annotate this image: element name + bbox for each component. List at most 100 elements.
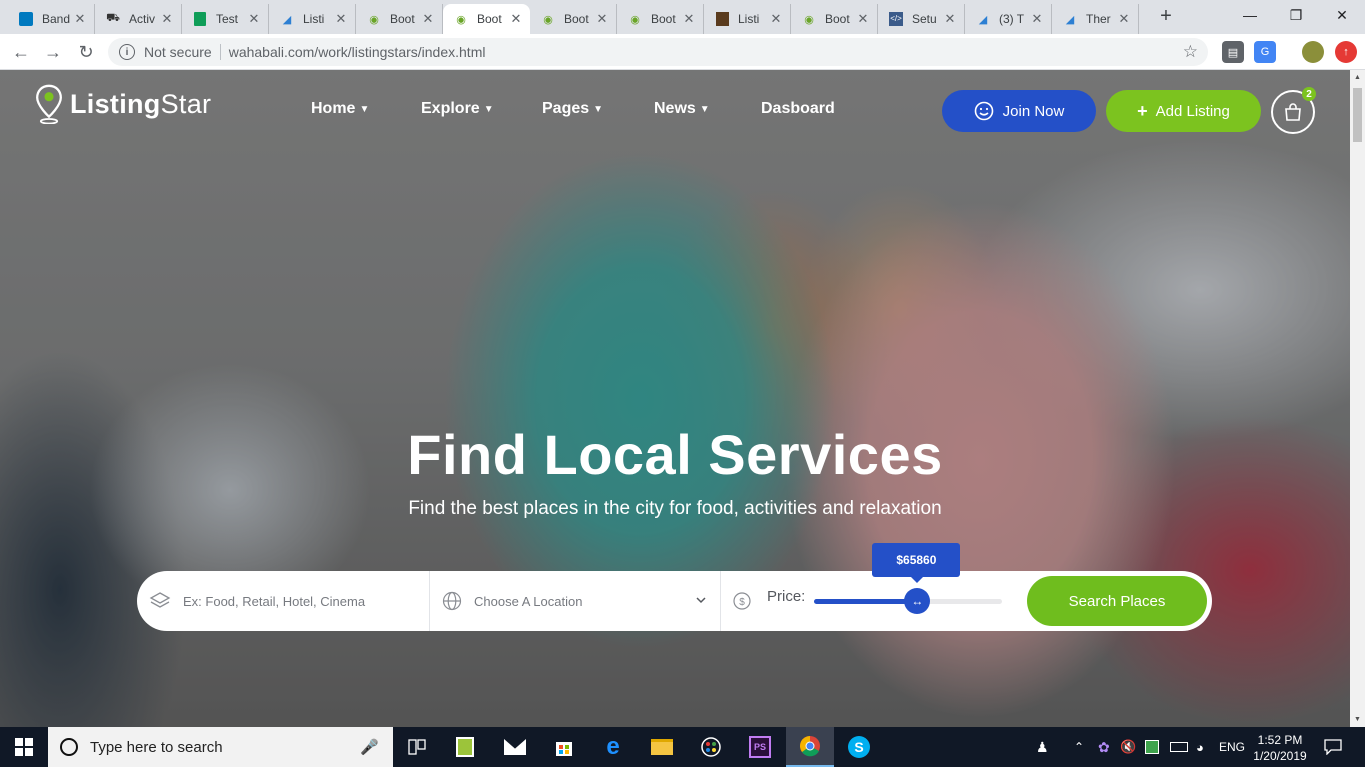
tab-close-icon[interactable]: ✕ xyxy=(72,11,88,27)
nav-label: Explore xyxy=(421,100,480,117)
price-label: Price: xyxy=(767,588,806,605)
nav-item-pages[interactable]: Pages ▼ xyxy=(542,100,603,118)
wifi-icon[interactable]: ◕ xyxy=(1196,727,1204,767)
tab-close-icon[interactable]: ✕ xyxy=(855,11,871,27)
browser-tab[interactable]: ◉ Boot ✕ xyxy=(443,4,530,34)
tab-close-icon[interactable]: ✕ xyxy=(594,11,610,27)
notepad-icon[interactable] xyxy=(441,727,489,767)
tab-close-icon[interactable]: ✕ xyxy=(1116,11,1132,27)
globe-icon xyxy=(442,591,462,611)
info-icon[interactable]: i xyxy=(119,44,135,60)
bookmark-star-icon[interactable]: ☆ xyxy=(1183,42,1198,62)
browser-tab[interactable]: ◉ Boot ✕ xyxy=(356,4,443,34)
reload-icon[interactable]: ↻ xyxy=(74,40,98,64)
add-listing-label: Add Listing xyxy=(1155,102,1230,120)
tab-close-icon[interactable]: ✕ xyxy=(333,11,349,27)
feather-tray-icon[interactable]: ✿ xyxy=(1098,727,1110,767)
microphone-icon[interactable]: 🎤 xyxy=(360,738,379,756)
url-text[interactable]: wahabali.com/work/listingstars/index.htm… xyxy=(229,44,486,60)
system-clock[interactable]: 1:52 PM 1/20/2019 xyxy=(1250,732,1310,764)
back-icon[interactable]: ← xyxy=(9,40,33,64)
browser-tab[interactable]: ◢ (3) T ✕ xyxy=(965,4,1052,34)
close-window-button[interactable]: ✕ xyxy=(1319,0,1365,30)
tab-close-icon[interactable]: ✕ xyxy=(1029,11,1045,27)
nav-item-news[interactable]: News ▼ xyxy=(654,100,710,118)
volume-muted-icon[interactable]: 🔇 xyxy=(1120,727,1136,767)
nav-label: Home xyxy=(311,100,356,117)
nav-item-explore[interactable]: Explore ▼ xyxy=(421,100,494,118)
chrome-icon[interactable] xyxy=(786,727,834,767)
battery-icon[interactable] xyxy=(1170,727,1188,767)
trello-icon xyxy=(18,11,34,27)
page-scrollbar[interactable]: ▲ ▼ xyxy=(1350,70,1365,727)
tab-close-icon[interactable]: ✕ xyxy=(508,11,524,27)
scroll-up-arrow[interactable]: ▲ xyxy=(1350,70,1365,85)
tab-close-icon[interactable]: ✕ xyxy=(942,11,958,27)
browser-tab[interactable]: Band ✕ xyxy=(8,4,95,34)
browser-tab[interactable]: ◉ Boot ✕ xyxy=(791,4,878,34)
nav-item-home[interactable]: Home ▼ xyxy=(311,100,369,118)
tab-close-icon[interactable]: ✕ xyxy=(681,11,697,27)
browser-tab[interactable]: ◉ Boot ✕ xyxy=(617,4,704,34)
join-now-label: Join Now xyxy=(1002,102,1065,120)
store-icon[interactable] xyxy=(540,727,588,767)
price-slider-handle[interactable]: ↔ xyxy=(904,588,931,614)
mail-icon[interactable] xyxy=(491,727,539,767)
pin-icon: ◉ xyxy=(630,13,640,26)
tab-close-icon[interactable]: ✕ xyxy=(246,11,262,27)
tab-close-icon[interactable]: ✕ xyxy=(420,11,436,27)
paint-icon[interactable] xyxy=(687,727,735,767)
photoshop-icon[interactable]: PS xyxy=(736,727,784,767)
nav-label: News xyxy=(654,100,696,117)
task-view-icon[interactable] xyxy=(393,727,441,767)
page-viewport: ListingStar Home ▼ Explore ▼ Pages ▼ News ▼ … xyxy=(0,70,1350,727)
browser-tab[interactable]: ◢ Ther ✕ xyxy=(1052,4,1139,34)
tab-close-icon[interactable]: ✕ xyxy=(159,11,175,27)
tab-close-icon[interactable]: ✕ xyxy=(768,11,784,27)
file-explorer-icon[interactable] xyxy=(638,727,686,767)
action-center-icon[interactable] xyxy=(1324,727,1342,767)
caret-down-icon: ▼ xyxy=(359,104,370,115)
scroll-down-arrow[interactable]: ▼ xyxy=(1350,712,1365,727)
layers-icon xyxy=(149,590,171,612)
add-listing-button[interactable]: + Add Listing xyxy=(1106,90,1261,132)
forward-icon[interactable]: → xyxy=(41,40,65,64)
green-tray-icon[interactable] xyxy=(1145,727,1159,767)
extension-notes-icon[interactable]: ▤ xyxy=(1222,41,1244,63)
people-icon[interactable]: ♟ xyxy=(1036,727,1049,767)
photo-icon xyxy=(714,11,730,27)
price-field: $ xyxy=(721,571,761,631)
browser-tab[interactable]: ◢ Listi ✕ xyxy=(269,4,356,34)
tab-title: Boot xyxy=(564,12,589,26)
skype-icon[interactable]: S xyxy=(835,727,883,767)
language-indicator[interactable]: ENG xyxy=(1219,727,1245,767)
update-menu-icon[interactable]: ↑ xyxy=(1335,41,1357,63)
car-icon: ⛟ xyxy=(106,12,120,24)
location-select[interactable]: Choose A Location xyxy=(430,571,721,631)
show-hidden-icons-chevron[interactable]: ⌃ xyxy=(1074,727,1084,767)
listing-icon: ◢ xyxy=(978,13,988,26)
google-translate-icon[interactable]: G xyxy=(1254,41,1276,63)
new-tab-button[interactable]: + xyxy=(1156,6,1176,27)
profile-avatar[interactable] xyxy=(1302,41,1324,63)
tab-title: Test xyxy=(216,12,239,26)
maximize-button[interactable]: ❐ xyxy=(1273,0,1319,30)
tab-title: Boot xyxy=(825,12,850,26)
keyword-field[interactable]: Ex: Food, Retail, Hotel, Cinema xyxy=(137,571,430,631)
address-bar[interactable]: i Not secure wahabali.com/work/listingst… xyxy=(108,38,1208,66)
scrollbar-thumb[interactable] xyxy=(1353,88,1362,142)
nav-item-dasboard[interactable]: Dasboard xyxy=(761,100,835,118)
taskbar-search-box[interactable]: Type here to search 🎤 xyxy=(48,727,393,767)
browser-tab[interactable]: Test ✕ xyxy=(182,4,269,34)
browser-tab[interactable]: Listi ✕ xyxy=(704,4,791,34)
join-now-button[interactable]: Join Now xyxy=(942,90,1096,132)
search-places-button[interactable]: Search Places xyxy=(1027,576,1207,626)
browser-tab[interactable]: ⛟ Activ ✕ xyxy=(95,4,182,34)
site-logo[interactable]: ListingStar xyxy=(34,84,211,124)
edge-icon[interactable]: e xyxy=(589,727,637,767)
minimize-button[interactable]: — xyxy=(1227,0,1273,30)
browser-tab[interactable]: ◉ Boot ✕ xyxy=(530,4,617,34)
windows-start-button[interactable] xyxy=(0,727,48,767)
cortana-icon xyxy=(60,738,78,756)
browser-tab[interactable]: </> Setu ✕ xyxy=(878,4,965,34)
